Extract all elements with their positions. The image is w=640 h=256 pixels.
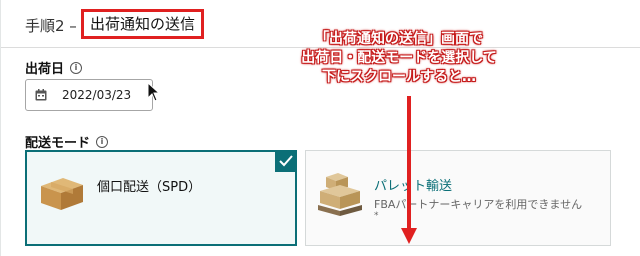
info-icon[interactable]: i [70,61,83,74]
calendar-icon[interactable] [35,89,47,101]
ship-date-label-text: 出荷日 [25,62,65,77]
info-icon[interactable]: i [96,135,109,148]
page-title: 出荷通知の送信 [81,9,205,39]
annotation-line-2: 出荷日・配送モードを選択して [301,50,497,66]
step-prefix: 手順2 – [25,17,77,35]
ship-date-value: 2022/03/23 [62,88,132,102]
ship-date-label: 出荷日 i [25,58,83,77]
annotation-callout: 「出荷通知の送信」画面で 出荷日・配送モードを選択して 下にスクロールすると… [259,30,539,87]
selected-check-icon [275,150,297,172]
mouse-cursor-icon [147,82,161,102]
page: 手順2 – 出荷通知の送信 出荷日 i 2022/03/23 配送モード i 個… [0,0,640,256]
option-pallet-note: * [374,211,379,221]
box-icon [41,178,83,210]
ship-date-input[interactable]: 2022/03/23 [25,79,153,111]
option-pallet[interactable]: パレット輸送 FBAパートナーキャリアを利用できません * [305,150,611,246]
shipping-mode-label: 配送モード i [25,132,109,151]
down-arrow-icon [401,96,417,244]
pallet-icon [318,173,362,216]
annotation-line-3: 下にスクロールすると… [322,69,476,85]
option-spd[interactable]: 個口配送（SPD） [25,150,297,246]
annotation-line-1: 「出荷通知の送信」画面で [315,31,483,47]
shipping-mode-label-text: 配送モード [25,136,91,151]
option-spd-title: 個口配送（SPD） [97,180,202,195]
